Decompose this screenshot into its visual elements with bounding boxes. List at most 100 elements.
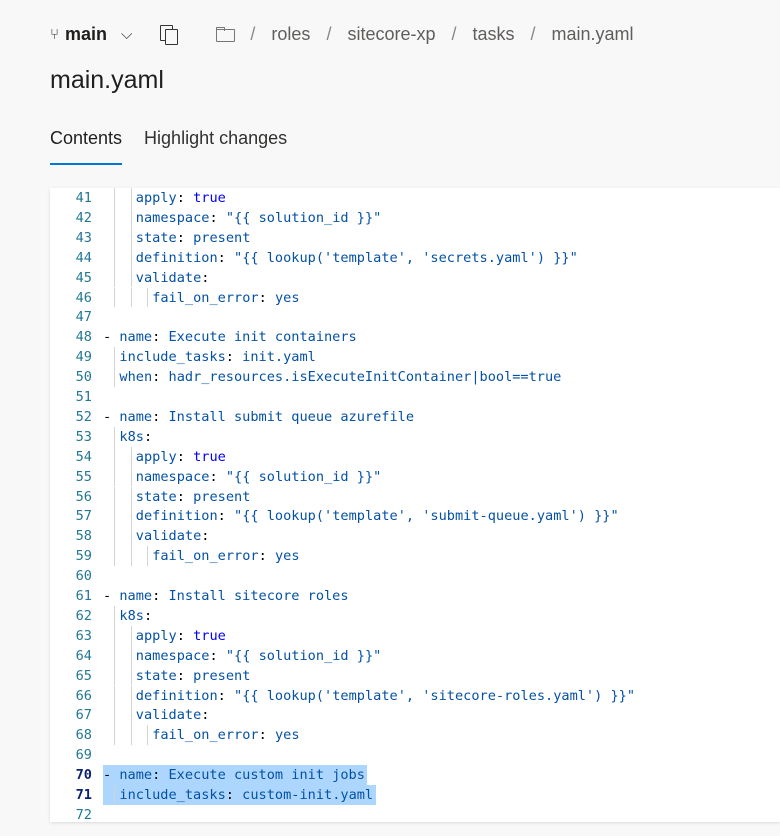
line-content: fail_on_error: yes	[152, 548, 300, 565]
line-content: - name: Install submit queue azurefile	[103, 408, 415, 425]
line-number: 45	[75, 269, 92, 286]
breadcrumb-separator: /	[530, 23, 536, 44]
code-line: 44 definition: "{{ lookup('template', 'se…	[50, 248, 780, 268]
code-line: 68 fail_on_error: yes	[50, 725, 780, 745]
line-content: k8s:	[119, 428, 153, 445]
indent-guide	[130, 546, 132, 567]
top-bar: ⑂ main ⌵ / roles / sitecore-xp / tasks /…	[50, 16, 780, 52]
line-content: validate:	[135, 707, 210, 724]
code-line: 49 include_tasks: init.yaml	[50, 347, 780, 367]
indent-guide	[114, 247, 116, 268]
tab-highlight-changes[interactable]: Highlight changes	[144, 128, 287, 165]
line-content: definition: "{{ lookup('template', 'site…	[135, 687, 636, 704]
breadcrumb-roles[interactable]: roles	[271, 24, 310, 45]
line-content: apply: true	[135, 448, 226, 465]
code-viewer[interactable]: 41 apply: true 42 namespace: "{{ solution_i…	[50, 188, 780, 823]
line-content: definition: "{{ lookup('template', 'secr…	[135, 249, 578, 266]
indent-guide	[114, 506, 116, 527]
indent-guide	[130, 685, 132, 706]
indent-guide	[114, 207, 116, 228]
line-content: state: present	[135, 229, 251, 246]
line-number: 63	[75, 627, 92, 644]
code-line: 67 validate:	[50, 705, 780, 725]
indent-guide	[130, 625, 132, 646]
breadcrumb-separator: /	[326, 23, 332, 44]
line-content: - name: Execute init containers	[103, 329, 357, 346]
indent-guide	[130, 486, 132, 507]
indent-guide	[147, 725, 148, 746]
line-number: 47	[75, 309, 92, 326]
code-line: 65 state: present	[50, 666, 780, 686]
indent-guide	[130, 207, 132, 228]
line-number: 69	[75, 747, 92, 764]
indent-guide	[114, 466, 116, 487]
line-number: 65	[75, 667, 92, 684]
line-content: validate:	[135, 269, 210, 286]
line-number: 44	[75, 249, 92, 266]
line-content: namespace: "{{ solution_id }}"	[135, 209, 382, 226]
line-number: 58	[75, 528, 92, 545]
indent-guide	[130, 466, 132, 487]
line-content: fail_on_error: yes	[152, 289, 300, 306]
line-content: apply: true	[135, 627, 226, 644]
code-line: 51	[50, 387, 780, 407]
line-number: 71	[75, 787, 92, 803]
line-number: 50	[75, 369, 92, 386]
indent-guide	[114, 725, 116, 746]
line-number: 70	[75, 767, 92, 784]
indent-guide	[130, 227, 132, 248]
code-line: 63 apply: true	[50, 626, 780, 646]
chevron-down-icon: ⌵	[121, 25, 133, 43]
indent-guide	[114, 665, 116, 686]
page-title: main.yaml	[50, 66, 164, 94]
indent-guide	[130, 526, 132, 547]
branch-name: main	[65, 23, 108, 44]
indent-guide	[114, 267, 116, 288]
breadcrumb-tasks[interactable]: tasks	[473, 24, 515, 45]
line-content: namespace: "{{ solution_id }}"	[135, 647, 382, 664]
code-line: 70 - name: Execute custom init jobs	[50, 765, 780, 785]
indent-guide	[114, 526, 116, 547]
line-number: 51	[75, 389, 92, 405]
line-content: k8s:	[119, 607, 153, 624]
line-content: namespace: "{{ solution_id }}"	[135, 468, 382, 485]
tab-contents[interactable]: Contents	[50, 128, 123, 165]
indent-guide	[130, 446, 132, 467]
git-branch-icon: ⑂	[50, 25, 60, 43]
code-line: 56 state: present	[50, 487, 780, 507]
line-content: when: hadr_resources.isExecuteInitContai…	[119, 369, 562, 386]
line-number: 56	[75, 488, 92, 505]
code-line: 45 validate:	[50, 268, 780, 288]
line-number: 66	[75, 687, 92, 704]
indent-guide	[114, 685, 116, 706]
line-content: definition: "{{ lookup('template', 'subm…	[135, 508, 619, 525]
code-line: 48 - name: Execute init containers	[50, 327, 780, 347]
breadcrumb-separator: /	[451, 23, 457, 44]
line-number: 54	[75, 448, 92, 465]
code-line: 54 apply: true	[50, 447, 780, 467]
indent-guide	[114, 227, 116, 248]
indent-guide	[130, 725, 132, 746]
line-number: 53	[75, 428, 92, 445]
code-line: 41 apply: true	[50, 188, 780, 208]
indent-guide	[114, 367, 116, 387]
branch-selector[interactable]: ⑂ main ⌵	[50, 24, 132, 45]
indent-guide	[114, 546, 116, 567]
indent-guide	[130, 188, 132, 208]
code-line: 64 namespace: "{{ solution_id }}"	[50, 646, 780, 666]
line-number: 41	[75, 190, 92, 206]
copy-path-icon[interactable]	[160, 25, 179, 45]
breadcrumb-separator: /	[250, 23, 256, 44]
indent-guide	[130, 645, 132, 666]
line-number: 42	[75, 209, 92, 226]
code-line: 43 state: present	[50, 228, 780, 248]
indent-guide	[130, 267, 132, 288]
indent-guide	[114, 486, 116, 507]
line-content: fail_on_error: yes	[152, 727, 300, 744]
indent-guide	[114, 347, 116, 368]
line-number: 43	[75, 229, 92, 246]
breadcrumb-sitecore-xp[interactable]: sitecore-xp	[347, 24, 435, 45]
breadcrumb-file[interactable]: main.yaml	[552, 24, 634, 45]
indent-guide	[114, 426, 116, 447]
code-line: 58 validate:	[50, 526, 780, 546]
